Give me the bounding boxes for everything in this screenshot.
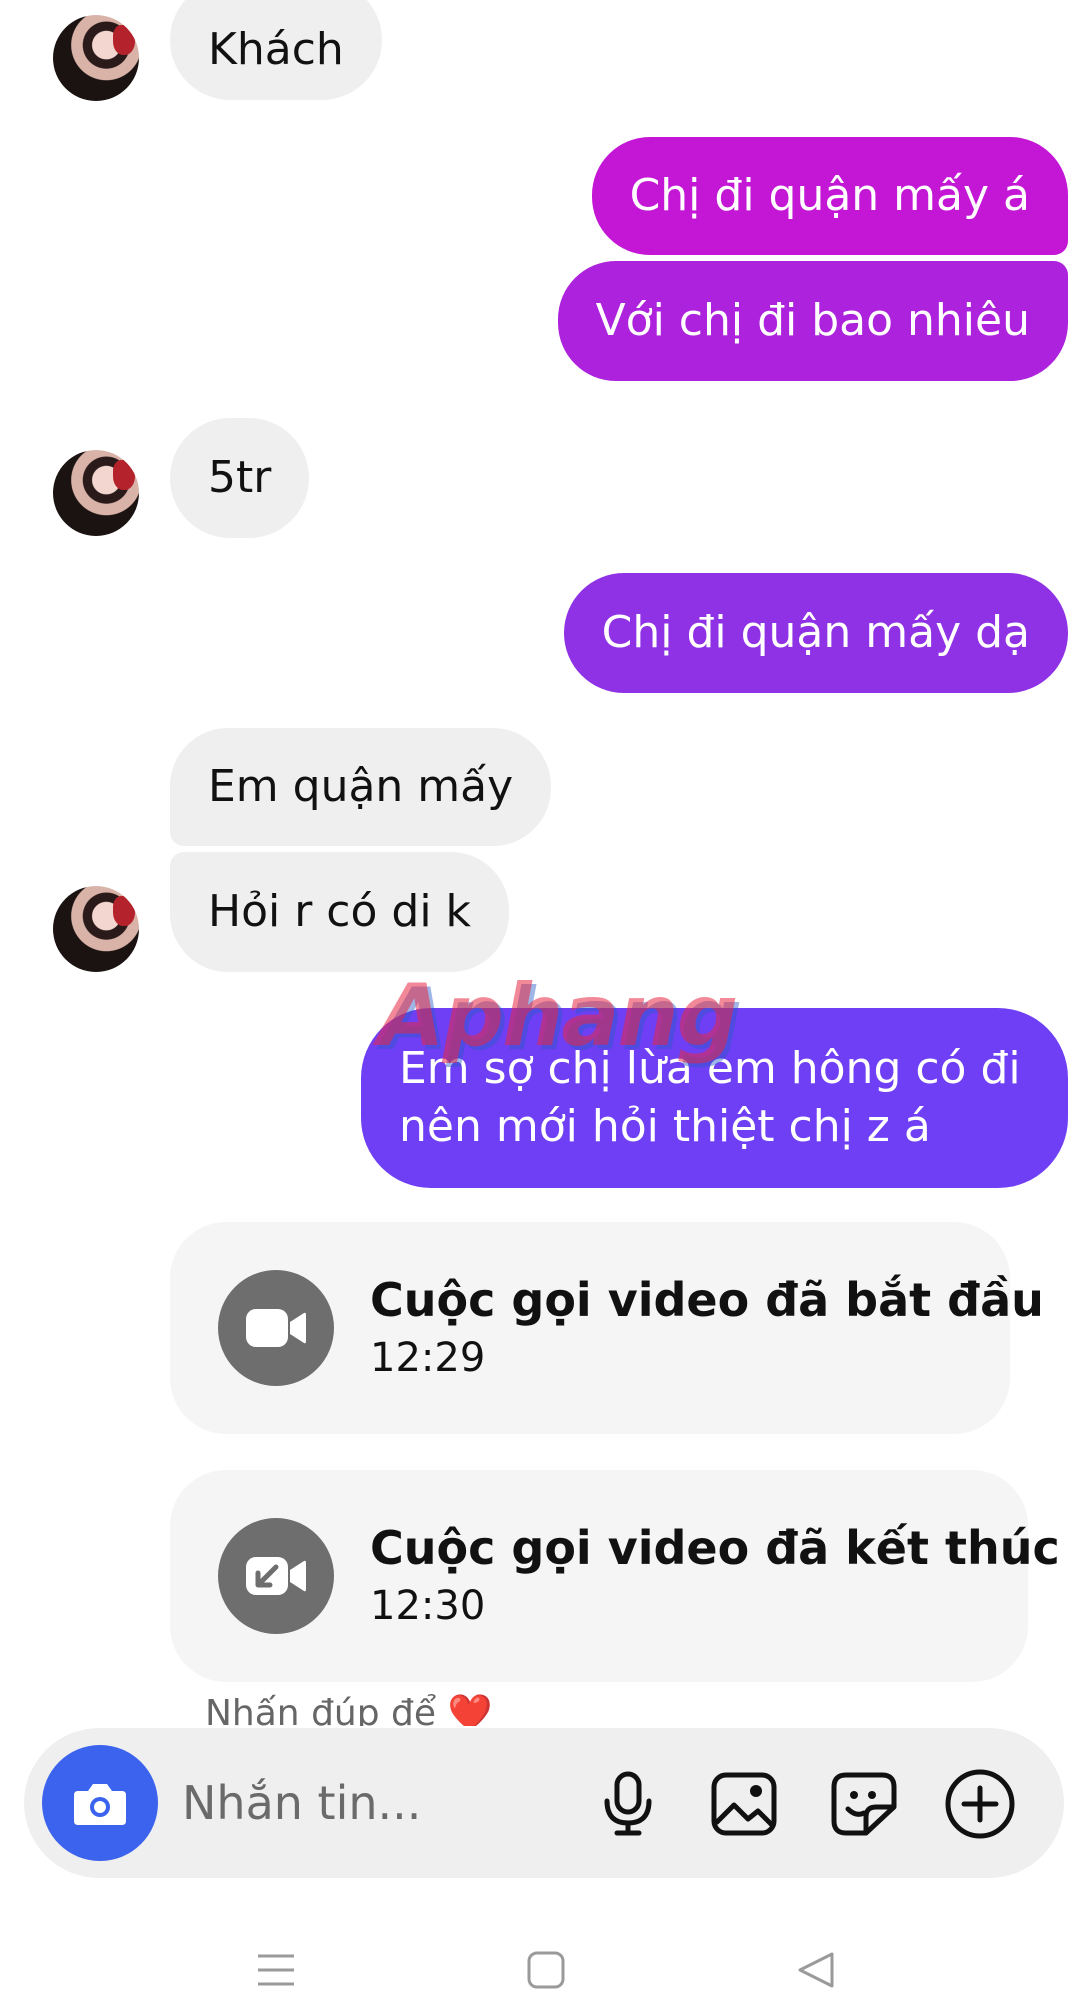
home-button[interactable] — [516, 1940, 576, 2000]
call-time: 12:30 — [370, 1583, 486, 1629]
microphone-icon — [604, 1771, 652, 1836]
menu-button[interactable] — [246, 1940, 306, 2000]
video-call-started-card[interactable]: Cuộc gọi video đã bắt đầu 12:29 — [170, 1222, 1044, 1434]
message-text: 5tr — [208, 452, 272, 503]
outgoing-message[interactable]: Chị đi quận mấy á — [591, 137, 1068, 255]
video-call-ended-icon — [218, 1518, 334, 1634]
watermark: Aphang — [378, 966, 738, 1066]
menu-icon — [258, 1954, 294, 1986]
sticker-button[interactable] — [828, 1768, 900, 1840]
back-button[interactable] — [786, 1940, 846, 2000]
call-time: 12:29 — [370, 1335, 486, 1381]
back-triangle-icon — [798, 1952, 834, 1988]
video-camera-icon — [218, 1270, 334, 1386]
incoming-message[interactable]: 5tr — [170, 418, 310, 538]
avatar[interactable] — [53, 450, 139, 536]
gallery-button[interactable] — [708, 1768, 780, 1840]
message-text: Chị đi quận mấy dạ — [601, 607, 1030, 658]
video-call-ended-card[interactable]: Cuộc gọi video đã kết thúc 12:30 — [170, 1470, 1060, 1682]
message-input[interactable] — [182, 1766, 582, 1840]
outgoing-message[interactable]: Với chị đi bao nhiêu — [557, 261, 1068, 381]
more-button[interactable] — [944, 1768, 1016, 1840]
avatar[interactable] — [53, 886, 139, 972]
camera-button[interactable] — [42, 1745, 158, 1861]
avatar[interactable] — [53, 15, 139, 101]
sticker-icon — [831, 1772, 897, 1836]
incoming-message[interactable]: Hỏi r có di k — [170, 852, 510, 972]
incoming-message[interactable]: Em quận mấy — [170, 728, 552, 846]
message-text: Chị đi quận mấy á — [629, 170, 1030, 221]
message-text: Hỏi r có di k — [208, 886, 472, 937]
message-text: Với chị đi bao nhiêu — [595, 295, 1030, 346]
camera-icon — [74, 1784, 126, 1825]
message-text-line: nên mới hỏi thiệt chị z á — [399, 1101, 931, 1152]
message-text: Khách — [208, 24, 344, 75]
heart-icon: ❤️ — [447, 1693, 493, 1726]
message-composer — [24, 1728, 1064, 1878]
call-title: Cuộc gọi video đã kết thúc — [370, 1521, 1060, 1575]
double-tap-hint: Nhấn đúp để ❤️ — [205, 1692, 492, 1726]
message-text: Em quận mấy — [208, 761, 514, 812]
microphone-button[interactable] — [592, 1768, 664, 1840]
call-title: Cuộc gọi video đã bắt đầu — [370, 1273, 1044, 1327]
image-icon — [711, 1772, 777, 1836]
system-nav-bar — [0, 1920, 1080, 2016]
home-square-icon — [527, 1951, 565, 1989]
hint-text: Nhấn đúp để — [205, 1693, 437, 1726]
plus-icon — [945, 1769, 1015, 1839]
outgoing-message[interactable]: Chị đi quận mấy dạ — [563, 573, 1068, 693]
incoming-message[interactable]: Khách — [170, 0, 382, 100]
